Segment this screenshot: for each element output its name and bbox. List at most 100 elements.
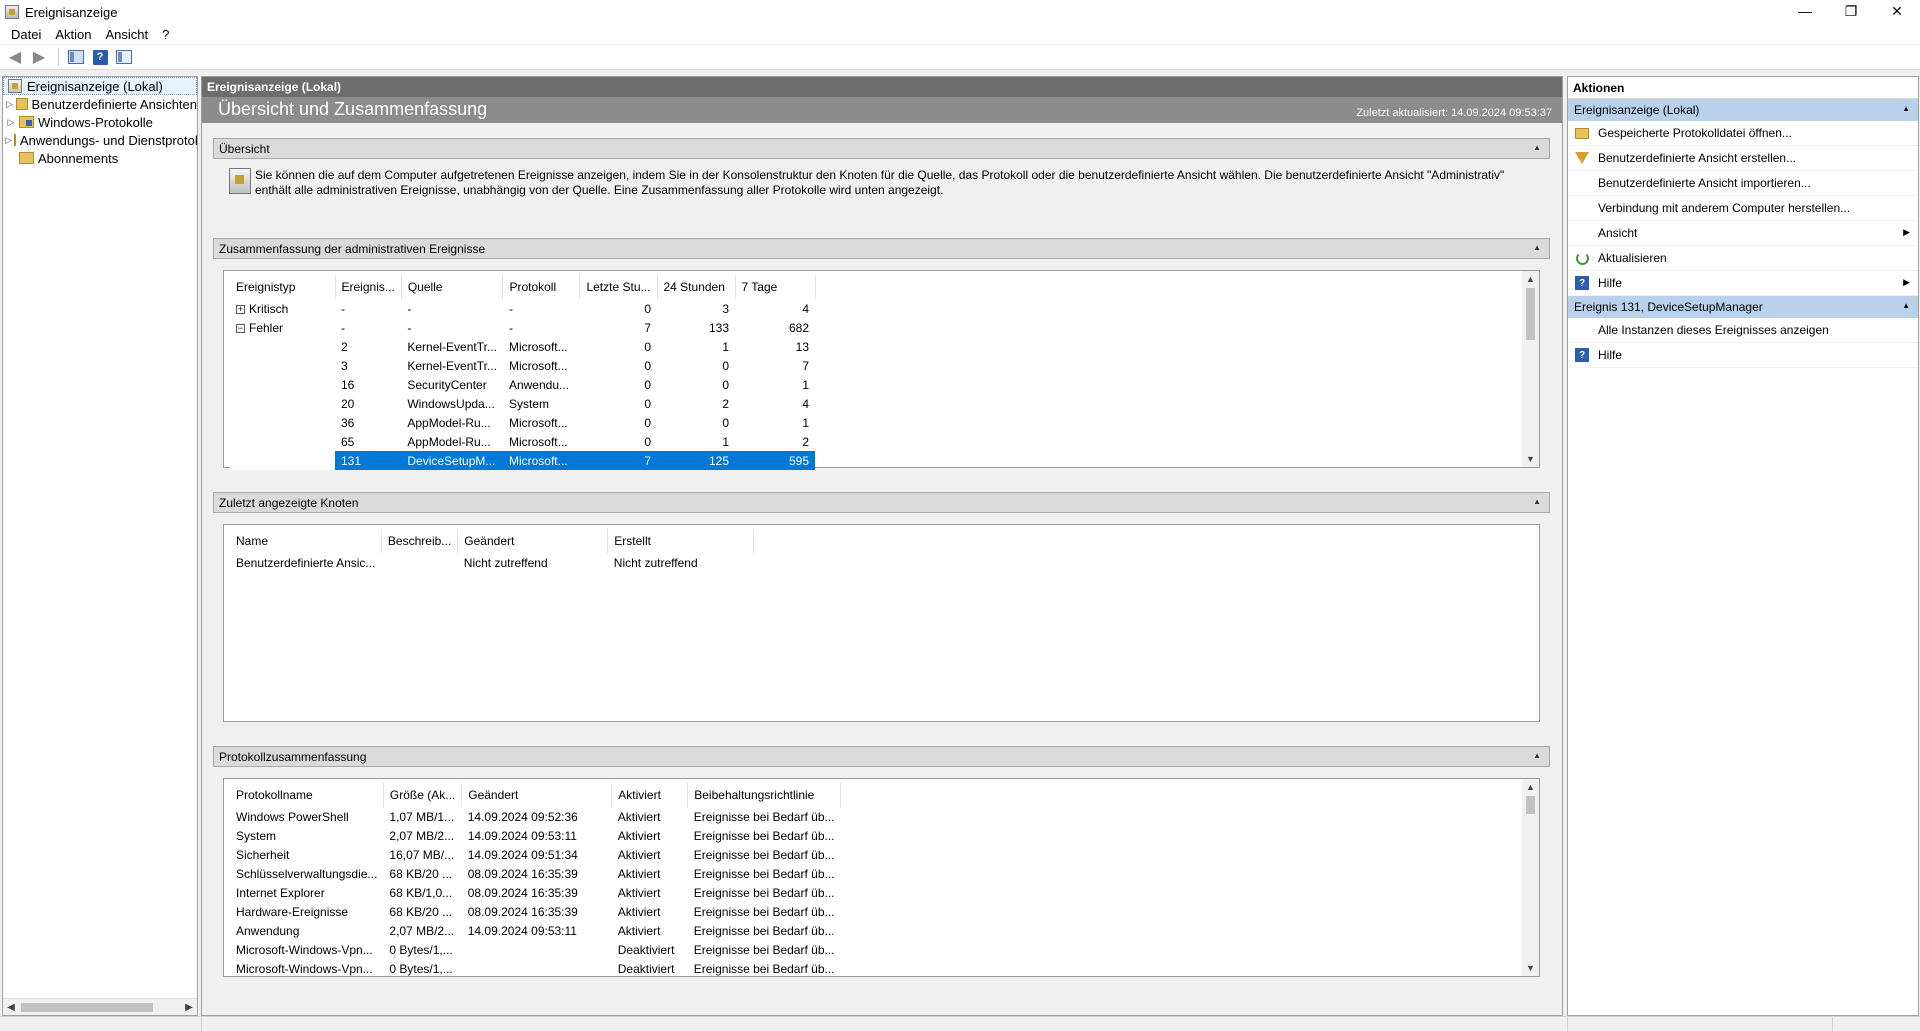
action-item[interactable]: Gespeicherte Protokolldatei öffnen... <box>1568 121 1918 146</box>
collapse-icon[interactable]: ▲ <box>1902 104 1910 113</box>
action-icon-placeholder <box>1574 175 1590 191</box>
tree-item-root[interactable]: Ereignisanzeige (Lokal) <box>3 77 197 95</box>
collapse-icon[interactable]: ▲ <box>1533 497 1541 506</box>
table-row-group[interactable]: + Kritisch - - - 0 3 4 <box>230 299 815 318</box>
expand-chevron-icon[interactable]: ▷ <box>5 135 12 146</box>
table-row[interactable]: Benutzerdefinierte Ansic... Nicht zutref… <box>230 553 754 572</box>
table-row[interactable]: 36 AppModel-Ru... Microsoft... 0 0 1 <box>230 413 815 432</box>
scroll-right-icon[interactable]: ▶ <box>181 999 197 1015</box>
table-row[interactable]: Windows PowerShell 1,07 MB/1... 14.09.2024… <box>230 807 841 826</box>
tree-item-windows-logs[interactable]: ▷ Windows-Protokolle <box>3 113 197 131</box>
overview-header[interactable]: Übersicht ▲ <box>213 138 1550 159</box>
actions-group-local[interactable]: Ereignisanzeige (Lokal) ▲ <box>1568 99 1918 121</box>
collapse-minus-icon[interactable]: − <box>236 323 245 333</box>
table-row[interactable]: Anwendung 2,07 MB/2... 14.09.2024 09:53:11… <box>230 921 841 940</box>
table-row[interactable]: 131 DeviceSetupM... Microsoft... 7 125 595 <box>230 451 815 470</box>
summary-header[interactable]: Zusammenfassung der administrativen Erei… <box>213 238 1550 259</box>
table-row[interactable]: Hardware-Ereignisse 68 KB/20 ... 08.09.202… <box>230 902 841 921</box>
menu-help[interactable]: ? <box>155 27 176 42</box>
column-header[interactable]: 24 Stunden <box>657 275 736 299</box>
table-row[interactable]: 3 Kernel-EventTr... Microsoft... 0 0 7 <box>230 356 815 375</box>
menu-datei[interactable]: Datei <box>4 27 48 42</box>
column-header[interactable]: Ereignistyp <box>230 275 336 299</box>
scroll-left-icon[interactable]: ◀ <box>3 999 19 1015</box>
recent-nodes-header[interactable]: Zuletzt angezeigte Knoten ▲ <box>213 492 1550 513</box>
close-button[interactable]: ✕ <box>1874 0 1920 22</box>
scroll-down-icon[interactable]: ▼ <box>1522 960 1539 976</box>
scroll-up-icon[interactable]: ▲ <box>1522 779 1539 795</box>
back-button[interactable]: ◀ <box>4 47 26 67</box>
log-summary-vertical-scrollbar[interactable]: ▲ ▼ <box>1522 779 1539 976</box>
expand-chevron-icon[interactable]: ▷ <box>5 99 14 110</box>
section-title: Zusammenfassung der administrativen Erei… <box>219 241 486 256</box>
scroll-thumb[interactable] <box>21 1003 153 1012</box>
cell-week: 2 <box>802 434 809 449</box>
collapse-icon[interactable]: ▲ <box>1533 243 1541 252</box>
action-item[interactable]: ? Hilfe ▶ <box>1568 271 1918 296</box>
cell-log: Microsoft... <box>502 451 580 470</box>
column-header[interactable]: Erstellt <box>607 529 755 553</box>
column-header[interactable]: Name <box>230 529 382 553</box>
column-header[interactable]: Letzte Stu... <box>579 275 658 299</box>
collapse-icon[interactable]: ▲ <box>1902 301 1910 310</box>
help-button[interactable]: ? <box>89 47 111 67</box>
table-row[interactable]: Schlüsselverwaltungsdie... 68 KB/20 ... 08… <box>230 864 841 883</box>
column-header[interactable]: Ereignis... <box>335 275 402 299</box>
help-icon: ? <box>1574 347 1590 363</box>
tree-horizontal-scrollbar[interactable]: ◀ ▶ <box>3 998 197 1015</box>
table-row[interactable]: System 2,07 MB/2... 14.09.2024 09:53:11 Akt… <box>230 826 841 845</box>
table-row[interactable]: Microsoft-Windows-Vpn... 0 Bytes/1,... Dea… <box>230 940 841 959</box>
action-item[interactable]: Alle Instanzen dieses Ereignisses anzeig… <box>1568 318 1918 343</box>
collapse-icon[interactable]: ▲ <box>1533 751 1541 760</box>
table-row[interactable]: Sicherheit 16,07 MB/... 14.09.2024 09:51:3… <box>230 845 841 864</box>
cell-source: AppModel-Ru... <box>407 434 491 449</box>
forward-button[interactable]: ▶ <box>28 47 50 67</box>
scroll-up-icon[interactable]: ▲ <box>1522 271 1539 287</box>
table-row[interactable]: 65 AppModel-Ru... Microsoft... 0 1 2 <box>230 432 815 451</box>
column-header[interactable]: Protokollname <box>230 783 384 807</box>
cell-changed: 08.09.2024 16:35:39 <box>467 885 578 900</box>
table-row-group[interactable]: − Fehler - - -7 133 682 <box>230 318 815 337</box>
minimize-button[interactable]: — <box>1782 0 1828 22</box>
action-item[interactable]: Benutzerdefinierte Ansicht importieren..… <box>1568 171 1918 196</box>
column-header[interactable]: Protokoll <box>502 275 581 299</box>
table-row[interactable]: 16 SecurityCenter Anwendu... 0 0 1 <box>230 375 815 394</box>
table-row[interactable]: 2 Kernel-EventTr... Microsoft... 0 1 13 <box>230 337 815 356</box>
action-item[interactable]: Ansicht ▶ <box>1568 221 1918 246</box>
actions-group-event[interactable]: Ereignis 131, DeviceSetupManager ▲ <box>1568 296 1918 318</box>
cell-log: - <box>508 320 513 335</box>
tree-item-app-service-logs[interactable]: ▷ Anwendungs- und Dienstprotokolle <box>3 131 197 149</box>
log-summary-header[interactable]: Protokollzusammenfassung ▲ <box>213 746 1550 767</box>
collapse-icon[interactable]: ▲ <box>1533 143 1541 152</box>
table-row[interactable]: Internet Explorer 68 KB/1,0... 08.09.2024 … <box>230 883 841 902</box>
column-header[interactable]: Größe (Ak... <box>383 783 463 807</box>
menu-aktion[interactable]: Aktion <box>48 27 98 42</box>
summary-vertical-scrollbar[interactable]: ▲ ▼ <box>1522 271 1539 467</box>
action-item[interactable]: Aktualisieren <box>1568 246 1918 271</box>
table-row[interactable]: 20 WindowsUpda... System 0 2 4 <box>230 394 815 413</box>
column-header[interactable]: Geändert <box>461 783 613 807</box>
action-item[interactable]: Verbindung mit anderem Computer herstell… <box>1568 196 1918 221</box>
cell-event-type: − Fehler <box>230 318 335 337</box>
tree-item-custom-views[interactable]: ▷ Benutzerdefinierte Ansichten <box>3 95 197 113</box>
restore-button[interactable]: ❐ <box>1828 0 1874 22</box>
scroll-thumb[interactable] <box>1526 288 1535 340</box>
scroll-down-icon[interactable]: ▼ <box>1522 451 1539 467</box>
show-hide-action-pane-button[interactable] <box>113 47 135 67</box>
menu-ansicht[interactable]: Ansicht <box>99 27 156 42</box>
column-header[interactable]: Quelle <box>401 275 504 299</box>
action-item[interactable]: Benutzerdefinierte Ansicht erstellen... <box>1568 146 1918 171</box>
column-header[interactable]: Beibehaltungsrichtlinie <box>687 783 841 807</box>
column-header[interactable]: Aktiviert <box>611 783 689 807</box>
action-item[interactable]: ? Hilfe <box>1568 343 1918 368</box>
scroll-thumb[interactable] <box>1526 796 1535 814</box>
table-row[interactable]: Microsoft-Windows-Vpn... 0 Bytes/1,... Dea… <box>230 959 841 978</box>
tree-item-subscriptions[interactable]: Abonnements <box>3 149 197 167</box>
column-header[interactable]: Geändert <box>457 529 609 553</box>
show-hide-tree-button[interactable] <box>65 47 87 67</box>
expand-chevron-icon[interactable]: ▷ <box>5 117 17 128</box>
cell-changed <box>462 959 612 978</box>
column-header[interactable]: Beschreib... <box>381 529 459 553</box>
column-header[interactable]: 7 Tage <box>735 275 816 299</box>
expand-plus-icon[interactable]: + <box>236 304 245 314</box>
